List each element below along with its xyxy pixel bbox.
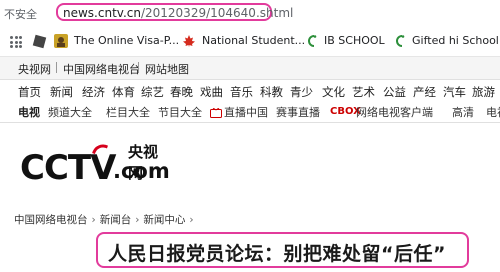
security-status[interactable]: 不安全 [4, 6, 37, 22]
url-path: /20120329/104640.shtml [140, 6, 294, 20]
nav-divider [56, 62, 57, 73]
menu-item[interactable]: 首页 [18, 84, 41, 100]
bookmark-gifted-hi-school[interactable]: Gifted hi School [394, 34, 499, 48]
url-host: news.cntv.cn [63, 6, 141, 20]
headline-highlight: 人民日报党员论坛：别把难处留“后任” [96, 232, 469, 268]
menu-item[interactable]: 产经 [413, 84, 436, 100]
url-field[interactable]: news.cntv.cn/20120329/104640.shtml [56, 3, 293, 21]
bookmark-ib-school[interactable]: IB SCHOOL [306, 34, 385, 48]
menu-item[interactable]: 公益 [383, 84, 406, 100]
menu-item[interactable]: 音乐 [230, 84, 253, 100]
menu-item-sports-live[interactable]: 赛事直播 [276, 104, 320, 120]
ib-icon [396, 35, 405, 47]
menu-item[interactable]: 新闻 [50, 84, 73, 100]
maple-leaf-icon [183, 35, 195, 47]
url-text: news.cntv.cn/20120329/104640.shtml [63, 6, 293, 20]
menu-item-programs[interactable]: 节目大全 [158, 104, 202, 120]
nav-china-network-tv[interactable]: 中国网络电视台 [63, 61, 140, 77]
menu-item[interactable]: 文化 [322, 84, 345, 100]
bookmarks-bar: The Online Visa-P... National Student...… [0, 26, 500, 57]
menu-item-tv-client[interactable]: 网络电视客户端 [356, 104, 433, 120]
menu-item-tv[interactable]: 电视 [486, 104, 500, 120]
tv-menu-title: 电视 [18, 106, 40, 119]
nav-site-map[interactable]: 网站地图 [145, 61, 189, 77]
bookmark-online-visa[interactable]: The Online Visa-P... [54, 34, 179, 48]
ib-icon [308, 35, 317, 47]
breadcrumb-item[interactable]: 新闻中心 [143, 214, 185, 226]
breadcrumb: 中国网络电视台 › 新闻台 › 新闻中心 › [14, 212, 198, 227]
address-bar: 不安全 news.cntv.cn/20120329/104640.shtml [0, 0, 500, 26]
nav-cntv-home[interactable]: 央视网 [18, 61, 51, 77]
menu-item[interactable]: 艺术 [352, 84, 375, 100]
portrait-icon [54, 34, 68, 48]
roblox-icon[interactable] [32, 34, 47, 49]
apps-grid-icon[interactable] [10, 36, 22, 48]
nav-divider [138, 62, 139, 73]
menu-item[interactable]: 体育 [112, 84, 135, 100]
breadcrumb-item[interactable]: 中国网络电视台 [14, 214, 88, 226]
logo-cn-name: 央视网 [128, 143, 159, 182]
cctv-logo[interactable]: CCTV .com 央视网 [20, 140, 170, 192]
menu-item[interactable]: 青少 [290, 84, 313, 100]
tv-icon [210, 107, 222, 118]
menu-item[interactable]: 戏曲 [200, 84, 223, 100]
category-menu: 首页 新闻 经济 体育 综艺 春晚 戏曲 音乐 科教 青少 文化 艺术 公益 产… [0, 82, 500, 100]
menu-item-columns[interactable]: 栏目大全 [106, 104, 150, 120]
menu-item[interactable]: 旅游 [472, 84, 495, 100]
chevron-right-icon: › [91, 214, 96, 226]
menu-item[interactable]: 汽车 [443, 84, 466, 100]
menu-item-live-china[interactable]: 直播中国 [210, 104, 268, 120]
menu-item[interactable]: 综艺 [141, 84, 164, 100]
bookmark-national-student[interactable]: National Student... [182, 34, 305, 48]
menu-item[interactable]: 春晚 [170, 84, 193, 100]
chevron-right-icon: › [189, 214, 194, 226]
menu-item[interactable]: 科教 [260, 84, 283, 100]
chevron-right-icon: › [135, 214, 140, 226]
breadcrumb-item[interactable]: 新闻台 [100, 214, 132, 226]
page-title: 人民日报党员论坛：别把难处留“后任” [108, 243, 446, 265]
menu-item[interactable]: 经济 [82, 84, 105, 100]
menu-item-hd[interactable]: 高清 [452, 104, 474, 120]
menu-item-channels[interactable]: 频道大全 [48, 104, 92, 120]
site-top-nav: 央视网 中国网络电视台 网站地图 [0, 57, 500, 80]
tv-menu: 电视 频道大全 栏目大全 节目大全 直播中国 赛事直播 CBOX 网络电视客户端… [0, 102, 500, 123]
